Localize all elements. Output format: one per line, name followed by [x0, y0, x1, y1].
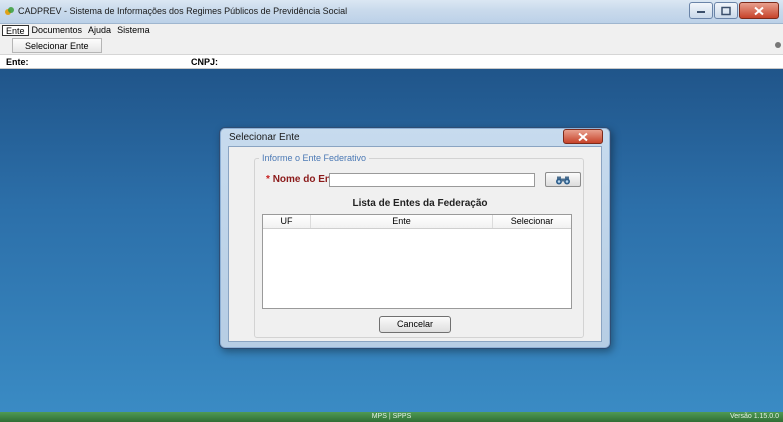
- ente-label: Ente:: [6, 57, 29, 67]
- entity-table: UF Ente Selecionar: [262, 214, 572, 309]
- status-center-text: MPS | SPPS: [371, 413, 412, 420]
- menu-documentos[interactable]: Documentos: [29, 25, 86, 36]
- cnpj-label: CNPJ:: [191, 57, 219, 67]
- entity-list-title: Lista de Entes da Federação: [352, 198, 488, 209]
- toolbar: Selecionar Ente: [0, 36, 783, 55]
- menu-ente[interactable]: Ente: [2, 24, 29, 36]
- version-text: Versão 1.15.0.0: [729, 413, 779, 420]
- column-header-selecionar[interactable]: Selecionar: [493, 215, 571, 228]
- menu-ajuda[interactable]: Ajuda: [85, 25, 114, 36]
- minimize-icon: [697, 10, 705, 13]
- entity-name-input[interactable]: [329, 173, 535, 187]
- toolbar-options-icon[interactable]: [773, 40, 781, 50]
- cancel-button[interactable]: Cancelar: [379, 316, 451, 333]
- maximize-button[interactable]: [714, 2, 738, 19]
- maximize-icon: [721, 6, 731, 15]
- close-icon: [754, 6, 764, 15]
- minimize-button[interactable]: [689, 2, 713, 19]
- entity-table-header: UF Ente Selecionar: [263, 215, 571, 229]
- close-icon: [578, 132, 588, 141]
- dialog-close-button[interactable]: [563, 129, 603, 144]
- dialog-body: Informe o Ente Federativo * Nome do Ente…: [228, 146, 602, 342]
- entity-groupbox: Informe o Ente Federativo * Nome do Ente…: [254, 153, 584, 338]
- menu-sistema[interactable]: Sistema: [114, 25, 153, 36]
- window-titlebar: CADPREV - Sistema de Informações dos Reg…: [0, 0, 783, 24]
- menu-bar: Ente Documentos Ajuda Sistema: [0, 24, 783, 36]
- binoculars-search-icon: [556, 176, 570, 184]
- required-mark: *: [266, 174, 270, 185]
- window-title: CADPREV - Sistema de Informações dos Reg…: [18, 6, 348, 16]
- status-bar: MPS | SPPS Versão 1.15.0.0: [0, 412, 783, 422]
- app-logo-icon: [5, 7, 14, 15]
- select-entity-dialog: Selecionar Ente Informe o Ente Federativ…: [219, 127, 611, 349]
- entity-info-bar: Ente: CNPJ:: [0, 55, 783, 69]
- search-entity-button[interactable]: [545, 172, 581, 187]
- select-entity-button[interactable]: Selecionar Ente: [12, 38, 102, 53]
- close-window-button[interactable]: [739, 2, 779, 19]
- dialog-title: Selecionar Ente: [229, 132, 300, 143]
- column-header-uf[interactable]: UF: [263, 215, 311, 228]
- window-controls: [688, 2, 779, 19]
- group-legend: Informe o Ente Federativo: [259, 153, 370, 163]
- column-header-ente[interactable]: Ente: [311, 215, 493, 228]
